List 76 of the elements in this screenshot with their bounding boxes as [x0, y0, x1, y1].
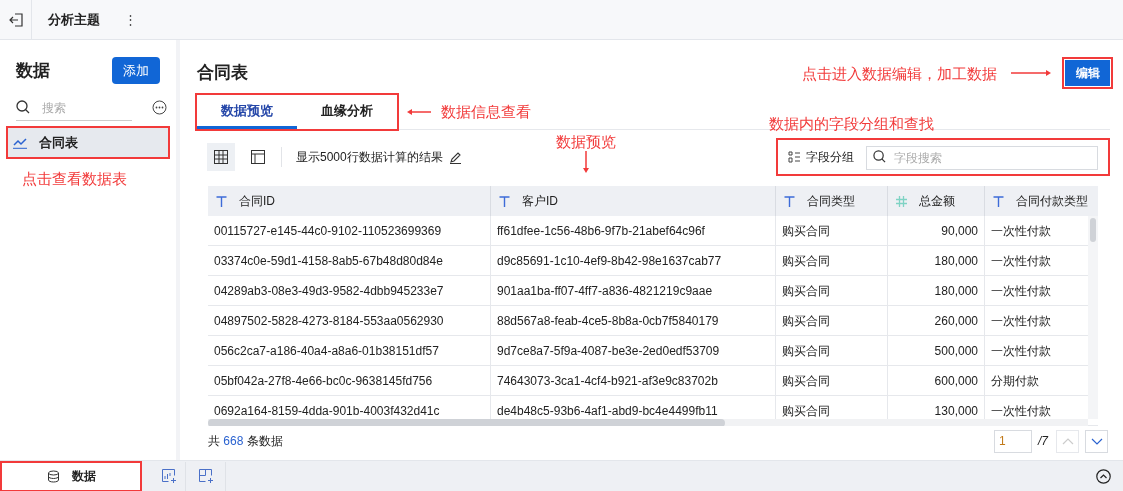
grid-icon: [214, 150, 228, 164]
sidebar-item[interactable]: 合同表: [8, 128, 168, 157]
table-cell: 购买合同: [776, 336, 888, 365]
search-field[interactable]: 搜索: [16, 96, 132, 121]
table-cell: 600,000: [888, 366, 985, 395]
annotation-text: 数据信息查看: [441, 104, 531, 119]
text-type-icon: [216, 195, 227, 207]
tab[interactable]: 数据预览: [197, 95, 297, 129]
text-type-icon: [784, 195, 795, 207]
table-cell: 购买合同: [776, 216, 888, 245]
text-type-icon: [993, 195, 1004, 207]
chevron-up-icon: [1061, 437, 1074, 445]
page-title: 分析主题: [48, 10, 100, 29]
bottom-tab[interactable]: 数据: [2, 462, 140, 490]
page-total: /7: [1038, 433, 1048, 450]
table-cell: 180,000: [888, 276, 985, 305]
collapse-up-icon[interactable]: [1096, 468, 1111, 484]
table-cell: 88d567a8-feab-4ce5-8b8a-0cb7f5840179: [491, 306, 776, 335]
add-dashboard-icon[interactable]: [198, 469, 213, 483]
edit-button[interactable]: 编辑: [1065, 60, 1110, 86]
annotation-text: 点击查看数据表: [22, 171, 127, 186]
table-title: 合同表: [197, 62, 248, 85]
table-cell: 购买合同: [776, 246, 888, 275]
layout-icon: [251, 150, 265, 164]
table-cell: 9d7ce8a7-5f9a-4087-be3e-2ed0edf53709: [491, 336, 776, 365]
row-count: 共 668 条数据: [208, 433, 283, 450]
line-chart-icon: [13, 136, 27, 149]
annotation-text: 点击进入数据编辑，加工数据: [802, 65, 997, 81]
database-icon: [46, 469, 60, 483]
table-cell: 03374c0e-59d1-4158-8ab5-67b48d80d84e: [208, 246, 491, 275]
pencil-icon[interactable]: [448, 150, 462, 164]
table-cell: 901aa1ba-ff07-4ff7-a836-4821219c9aae: [491, 276, 776, 305]
hash-icon: [896, 195, 907, 207]
table-cell: 056c2ca7-a186-40a4-a8a6-01b38151df57: [208, 336, 491, 365]
exit-icon[interactable]: [8, 12, 23, 27]
annotation-text: 数据预览: [555, 134, 616, 149]
table-cell: 04897502-5828-4273-8184-553aa0562930: [208, 306, 491, 335]
field-search-field[interactable]: 字段搜索: [866, 146, 1098, 170]
table-cell: 180,000: [888, 246, 985, 275]
text-type-icon: [499, 195, 510, 207]
table-cell: 购买合同: [776, 366, 888, 395]
table-cell: 90,000: [888, 216, 985, 245]
view-toggle[interactable]: [207, 143, 235, 171]
arrow-icon: [407, 107, 431, 116]
table-cell: 74643073-3ca1-4cf4-b921-af3e9c83702b: [491, 366, 776, 395]
table-cell: 购买合同: [776, 306, 888, 335]
more-menu[interactable]: ⋮: [124, 9, 137, 30]
horizontal-scrollbar[interactable]: [208, 419, 1088, 426]
chevron-down-icon: [1090, 437, 1103, 445]
column-header[interactable]: 合同类型: [776, 186, 888, 216]
tab[interactable]: 血缘分析: [297, 95, 397, 129]
table-cell: 500,000: [888, 336, 985, 365]
more-icon[interactable]: [152, 100, 167, 115]
column-header[interactable]: 客户ID: [491, 186, 776, 216]
table-cell: 00115727-e145-44c0-9102-110523699369: [208, 216, 491, 245]
table-cell: 260,000: [888, 306, 985, 335]
add-chart-icon[interactable]: [161, 469, 176, 483]
vertical-scrollbar[interactable]: [1088, 216, 1098, 419]
table-cell: 购买合同: [776, 276, 888, 305]
column-header[interactable]: 总金额: [888, 186, 985, 216]
table-cell: 05bf042a-27f8-4e66-bc0c-9638145fd756: [208, 366, 491, 395]
page-field[interactable]: 1: [994, 429, 1032, 453]
add-button[interactable]: 添加: [112, 57, 160, 84]
column-header[interactable]: 合同ID: [208, 186, 491, 216]
row-limit-note: 显示5000行数据计算的结果: [296, 149, 443, 166]
sidebar-title: 数据: [16, 59, 50, 82]
field-group-button[interactable]: 字段分组: [788, 148, 854, 166]
search-icon: [16, 100, 30, 114]
table-cell: d9c85691-1c10-4ef9-8b42-98e1637cab77: [491, 246, 776, 275]
arrow-icon: [581, 151, 590, 173]
table-cell: ff61dfee-1c56-48b6-9f7b-21abef64c96f: [491, 216, 776, 245]
arrow-icon: [1011, 69, 1051, 77]
table-cell: 04289ab3-08e3-49d3-9582-4dbb945233e7: [208, 276, 491, 305]
annotation-text: 数据内的字段分组和查找: [769, 116, 934, 131]
search-icon: [873, 150, 886, 163]
group-icon: [788, 151, 800, 163]
